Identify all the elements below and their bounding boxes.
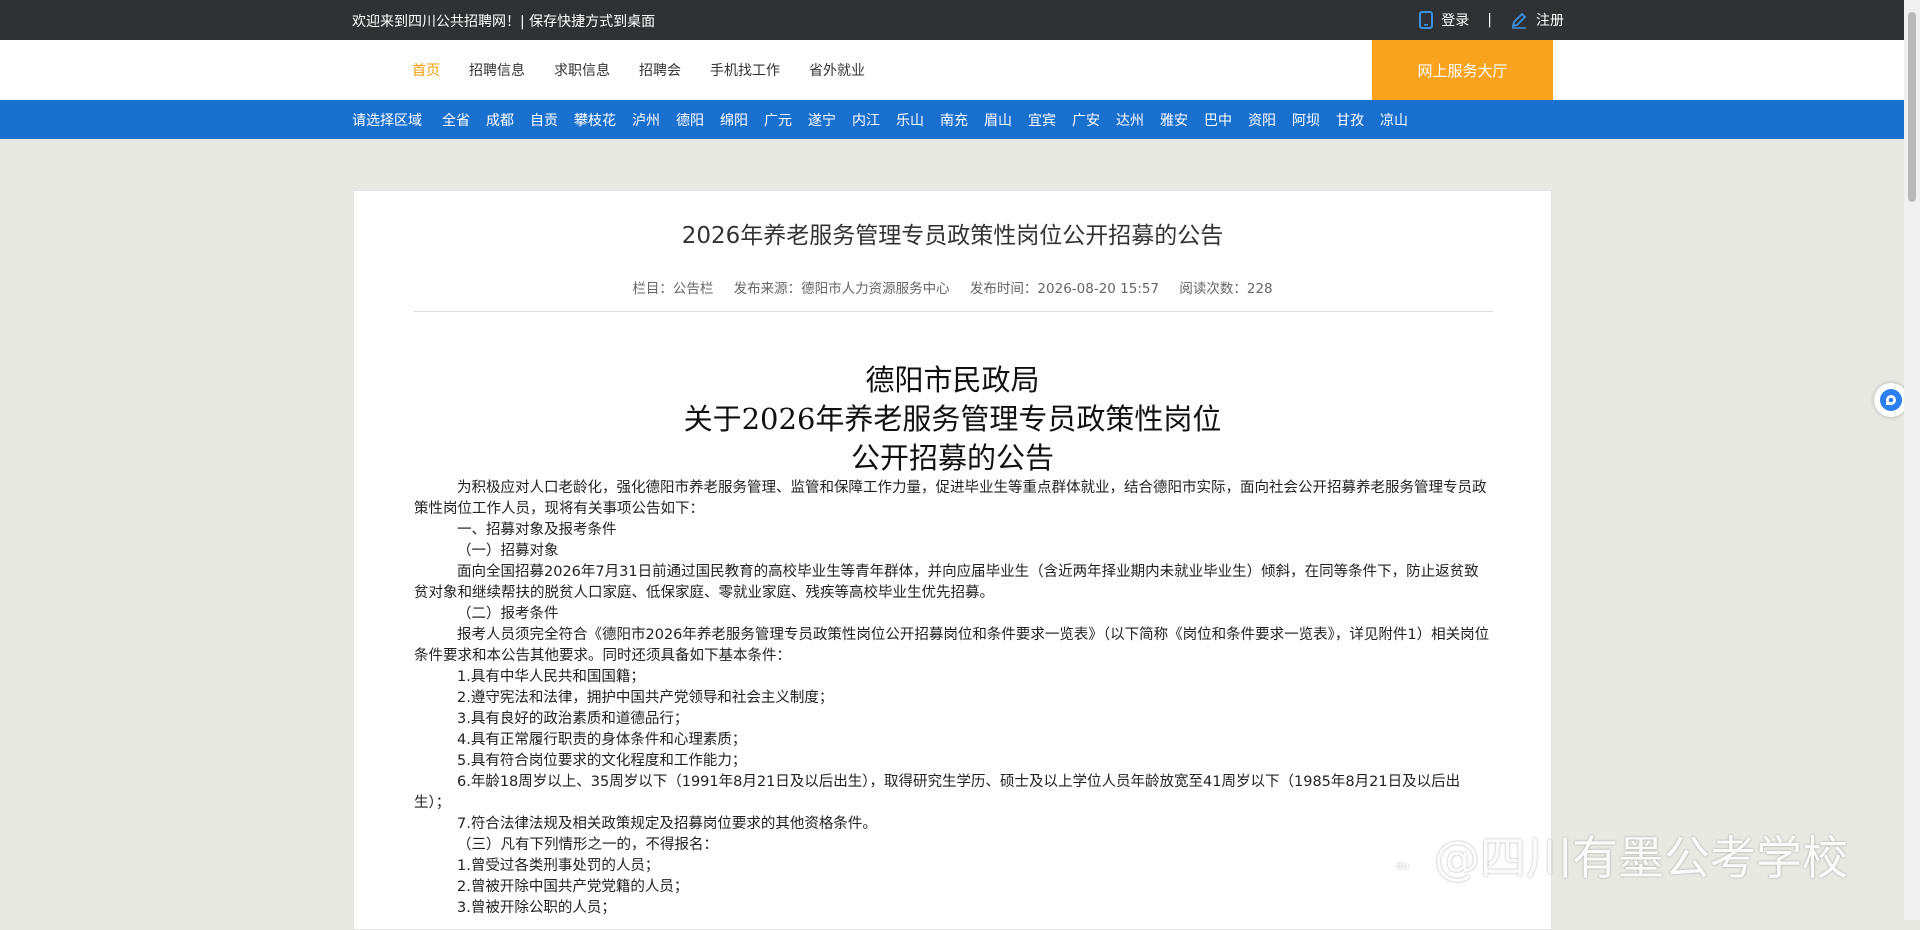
article-paragraph: （二）报考条件 bbox=[457, 606, 559, 622]
document-heading: 德阳市民政局 关于2026年养老服务管理专员政策性岗位 公开招募的公告 bbox=[354, 361, 1551, 478]
region-item[interactable]: 遂宁 bbox=[808, 110, 836, 130]
region-item[interactable]: 南充 bbox=[940, 110, 968, 130]
region-item[interactable]: 广安 bbox=[1072, 110, 1100, 130]
svg-text:du: du bbox=[1396, 861, 1409, 872]
online-service-hall-button[interactable]: 网上服务大厅 bbox=[1372, 40, 1553, 100]
doc-head-line: 公开招募的公告 bbox=[850, 441, 1054, 475]
article-paragraph: （一）招募对象 bbox=[457, 543, 559, 559]
watermark: du @四川有墨公考学校 bbox=[1380, 822, 1848, 888]
article-paragraph: 7.符合法律法规及相关政策规定及招募岗位要求的其他资格条件。 bbox=[457, 816, 877, 832]
article-paragraph: 报考人员须完全符合《德阳市2026年养老服务管理专员政策性岗位公开招募岗位和条件… bbox=[414, 627, 1490, 664]
article-paragraph: 1.具有中华人民共和国国籍； bbox=[457, 669, 645, 685]
scrollbar-thumb[interactable] bbox=[1908, 12, 1916, 202]
article-paragraph: 一、招募对象及报考条件 bbox=[457, 522, 617, 538]
region-item[interactable]: 成都 bbox=[486, 110, 514, 130]
region-item[interactable]: 乐山 bbox=[896, 110, 924, 130]
region-item[interactable]: 德阳 bbox=[676, 110, 704, 130]
article-paragraph: 面向全国招募2026年7月31日前通过国民教育的高校毕业生等青年群体，并向应届毕… bbox=[414, 564, 1479, 601]
region-item[interactable]: 资阳 bbox=[1248, 110, 1276, 130]
article-paragraph: 6.年龄18周岁以上、35周岁以下（1991年8月21日及以后出生），取得研究生… bbox=[414, 774, 1461, 811]
article-title: 2026年养老服务管理专员政策性岗位公开招募的公告 bbox=[681, 223, 1224, 249]
region-item[interactable]: 自贡 bbox=[530, 110, 558, 130]
article-paragraph: 2.遵守宪法和法律，拥护中国共产党领导和社会主义制度； bbox=[457, 690, 834, 706]
nav-item-job-fairs[interactable]: 招聘会 bbox=[639, 60, 681, 80]
region-item[interactable]: 雅安 bbox=[1160, 110, 1188, 130]
meta-column: 栏目：公告栏 bbox=[632, 281, 714, 297]
doc-head-line: 关于2026年养老服务管理专员政策性岗位 bbox=[683, 402, 1222, 436]
doc-head-line: 德阳市民政局 bbox=[865, 363, 1040, 397]
paw-logo-icon: du bbox=[1388, 833, 1422, 873]
article-paragraph: 为积极应对人口老龄化，强化德阳市养老服务管理、监管和保障工作力量，促进毕业生等重… bbox=[414, 480, 1487, 517]
meta-views: 阅读次数：228 bbox=[1179, 281, 1273, 297]
region-item[interactable]: 攀枝花 bbox=[574, 110, 616, 130]
top-bar: 欢迎来到四川公共招聘网！| 保存快捷方式到桌面 登录 | 注册 bbox=[0, 0, 1904, 40]
watermark-text: @四川有墨公考学校 bbox=[1434, 831, 1848, 885]
article-paragraph: 5.具有符合岗位要求的文化程度和工作能力； bbox=[457, 753, 747, 769]
register-link[interactable]: 注册 bbox=[1536, 10, 1564, 30]
article-paragraph: 1.曾受过各类刑事处罚的人员； bbox=[457, 858, 660, 874]
region-item[interactable]: 达州 bbox=[1116, 110, 1144, 130]
pencil-icon bbox=[1511, 12, 1527, 29]
region-label: 请选择区域 bbox=[352, 112, 422, 129]
nav-item-job-listings[interactable]: 招聘信息 bbox=[469, 60, 525, 80]
region-bar: 请选择区域 全省 成都 自贡 攀枝花 泸州 德阳 绵阳 广元 遂宁 内江 乐山 南充 眉山 宜宾 广安 达州雅… bbox=[0, 100, 1904, 139]
article-paragraph: （三）凡有下列情形之一的，不得报名： bbox=[457, 837, 718, 853]
region-item[interactable]: 广元 bbox=[764, 110, 792, 130]
chat-bubble-icon bbox=[1880, 389, 1902, 411]
nav-item-home[interactable]: 首页 bbox=[412, 60, 440, 80]
region-item[interactable]: 全省 bbox=[442, 110, 470, 130]
meta-time: 发布时间：2026-08-20 15:57 bbox=[969, 281, 1160, 297]
phone-icon bbox=[1419, 11, 1434, 29]
region-selector: 请选择区域 全省 成都 自贡 攀枝花 泸州 德阳 绵阳 广元 遂宁 内江 乐山 南充 眉山 宜宾 广安 达州雅… bbox=[352, 100, 1408, 139]
nav-menu: 首页 招聘信息 求职信息 招聘会 手机找工作 省外就业 bbox=[412, 40, 865, 100]
region-item[interactable]: 眉山 bbox=[984, 110, 1012, 130]
float-assistant-button[interactable] bbox=[1874, 383, 1908, 417]
article-paragraph: 3.具有良好的政治素质和道德品行； bbox=[457, 711, 689, 727]
region-item[interactable]: 阿坝 bbox=[1292, 110, 1320, 130]
divider bbox=[414, 311, 1493, 312]
separator: | bbox=[1487, 12, 1492, 28]
nav-item-job-seekers[interactable]: 求职信息 bbox=[554, 60, 610, 80]
nav-item-mobile-jobs[interactable]: 手机找工作 bbox=[710, 60, 780, 80]
region-list: 全省 成都 自贡 攀枝花 泸州 德阳 绵阳 广元 遂宁 内江 乐山 南充 眉山 宜宾 广安 达州 雅安 巴中 资阳阿… bbox=[442, 110, 1408, 130]
region-item[interactable]: 泸州 bbox=[632, 110, 660, 130]
region-item[interactable]: 凉山 bbox=[1380, 110, 1408, 130]
region-item[interactable]: 宜宾 bbox=[1028, 110, 1056, 130]
meta-source: 发布来源：德阳市人力资源服务中心 bbox=[733, 281, 950, 297]
article-paragraph: 4.具有正常履行职责的身体条件和心理素质； bbox=[457, 732, 747, 748]
article-card: 2026年养老服务管理专员政策性岗位公开招募的公告 栏目：公告栏 发布来源：德阳… bbox=[353, 190, 1552, 930]
region-item[interactable]: 巴中 bbox=[1204, 110, 1232, 130]
account-links: 登录 | 注册 bbox=[1419, 10, 1564, 30]
article-meta: 栏目：公告栏 发布来源：德阳市人力资源服务中心 发布时间：2026-08-20 … bbox=[354, 277, 1551, 297]
login-link[interactable]: 登录 bbox=[1441, 10, 1469, 30]
region-item[interactable]: 内江 bbox=[852, 110, 880, 130]
region-item[interactable]: 绵阳 bbox=[720, 110, 748, 130]
region-item[interactable]: 甘孜 bbox=[1336, 110, 1364, 130]
scrollbar[interactable] bbox=[1904, 0, 1920, 920]
article-paragraph: 2.曾被开除中国共产党党籍的人员； bbox=[457, 879, 689, 895]
article-body: 为积极应对人口老龄化，强化德阳市养老服务管理、监管和保障工作力量，促进毕业生等重… bbox=[414, 478, 1493, 919]
nav-item-out-of-province[interactable]: 省外就业 bbox=[809, 60, 865, 80]
welcome-text: 欢迎来到四川公共招聘网！| 保存快捷方式到桌面 bbox=[352, 14, 656, 30]
main-nav: 首页 招聘信息 求职信息 招聘会 手机找工作 省外就业 网上服务大厅 bbox=[0, 40, 1904, 100]
article-paragraph: 3.曾被开除公职的人员； bbox=[457, 900, 616, 916]
